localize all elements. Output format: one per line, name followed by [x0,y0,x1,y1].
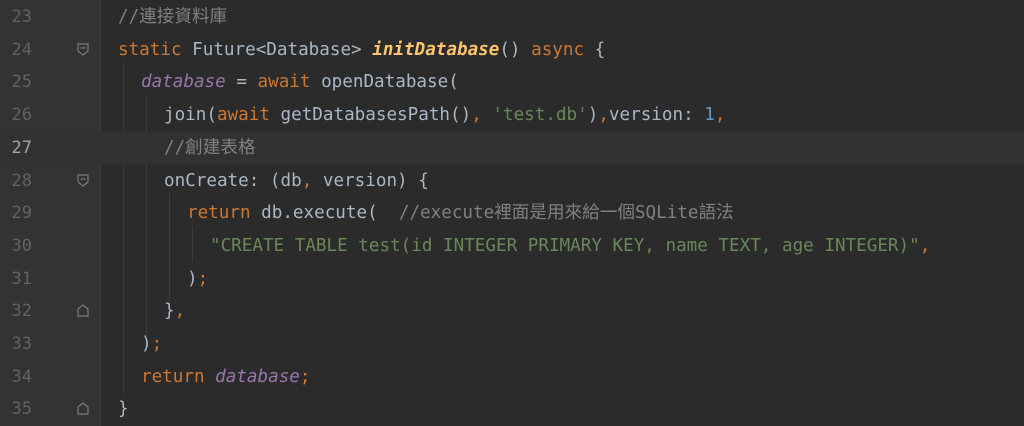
code-text: join(await getDatabasesPath(), 'test.db'… [164,105,726,126]
code-line[interactable]: 35 } [0,393,1024,426]
code-text: //連接資料庫 [118,7,228,27]
code-text: return database; [141,366,311,387]
code-line-current[interactable]: 27 //創建表格 [0,131,1024,165]
line-number: 29 [11,203,32,224]
fold-open-icon[interactable] [77,43,89,56]
fold-end-icon[interactable] [77,402,89,415]
line-number: 26 [11,105,32,126]
code-text: ); [141,334,163,354]
line-number: 31 [11,268,32,289]
code-line[interactable]: 28 onCreate: (db, version) { [0,165,1024,198]
line-number: 30 [11,235,32,256]
code-text: onCreate: (db, version) { [164,170,429,191]
line-number: 23 [11,7,32,27]
code-text: } [118,399,129,420]
fold-end-icon[interactable] [77,304,89,317]
line-number: 28 [11,170,32,191]
code-line[interactable]: 33 ); [0,328,1024,361]
line-number: 25 [11,72,32,93]
code-text: "CREATE TABLE test(id INTEGER PRIMARY KE… [210,235,931,256]
code-line[interactable]: 32 }, [0,295,1024,328]
fold-open-icon[interactable] [77,173,89,187]
code-line[interactable]: 29 return db.execute( //execute裡面是用來給一個S… [0,197,1024,230]
code-line[interactable]: 34 return database; [0,361,1024,394]
code-text: //創建表格 [164,137,256,158]
code-line[interactable]: 26 join(await getDatabasesPath(), 'test.… [0,99,1024,132]
line-number: 24 [11,39,32,60]
code-line[interactable]: 25 database = await openDatabase( [0,66,1024,99]
line-number: 27 [11,137,32,158]
code-text: return db.execute( //execute裡面是用來給一個SQLi… [187,203,734,224]
code-line[interactable]: 23 //連接資料庫 [0,1,1024,34]
code-line[interactable]: 24 static Future<Database> initDatabase(… [0,34,1024,67]
code-line[interactable]: 30 "CREATE TABLE test(id INTEGER PRIMARY… [0,230,1024,263]
code-text: static Future<Database> initDatabase() a… [118,39,606,60]
line-number: 32 [11,301,32,322]
code-text: ); [187,268,209,289]
code-text: database = await openDatabase( [141,72,459,93]
line-number: 33 [11,334,32,354]
line-number: 34 [11,366,32,387]
code-text: }, [164,301,186,322]
line-number: 35 [11,399,32,420]
code-editor[interactable]: 23 //連接資料庫 24 static Future<Database> in… [0,0,1024,426]
code-line[interactable]: 31 ); [0,263,1024,296]
